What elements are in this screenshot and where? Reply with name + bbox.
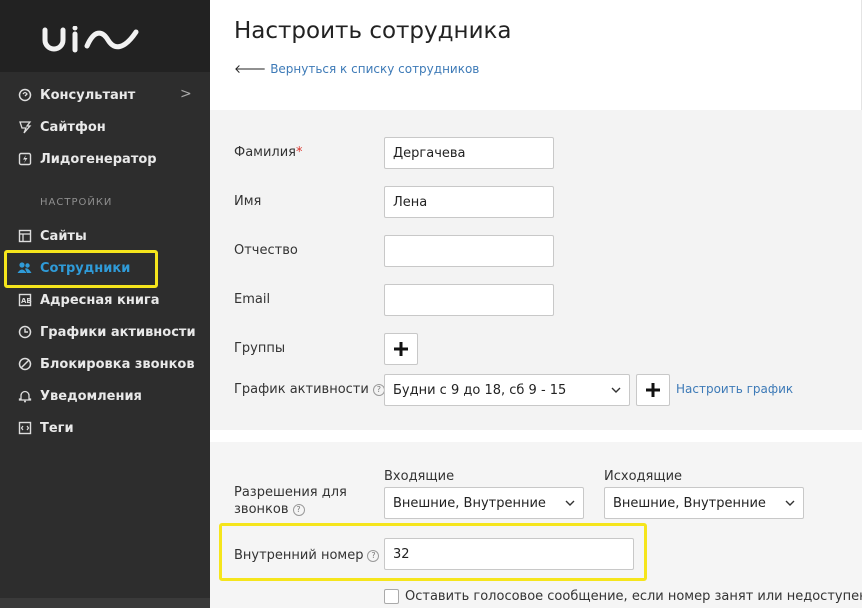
bell-icon [17, 389, 32, 404]
schedule-select-value: Будни с 9 до 18, сб 9 - 15 [393, 382, 567, 398]
lastname-input[interactable]: Дергачева [384, 137, 554, 169]
plus-icon [394, 342, 408, 356]
middlename-label: Отчество [234, 243, 298, 258]
email-label: Email [234, 292, 271, 307]
block-icon [17, 357, 32, 372]
settings-section-label: НАСТРОЙКИ [40, 197, 113, 208]
sidebar-item-consultant[interactable]: Консультант [17, 84, 135, 106]
plus-icon [646, 383, 660, 397]
chevron-down-icon [611, 387, 621, 393]
firstname-label: Имя [234, 194, 262, 209]
lightning-icon [17, 152, 32, 167]
email-input[interactable] [384, 284, 554, 316]
middlename-input[interactable] [384, 235, 554, 267]
sidebar-item-label: Лидогенератор [40, 151, 157, 167]
outgoing-calls-select[interactable]: Внешние, Внутренние [604, 487, 804, 519]
highlight-box-sidebar [4, 250, 158, 288]
help-icon[interactable]: ? [292, 504, 305, 516]
sidebar-item-label: Сайтфон [40, 119, 106, 135]
sidebar-item-sites[interactable]: Сайты [17, 225, 87, 247]
sidebar-item-activity-schedules[interactable]: Графики активности [17, 321, 196, 343]
arrow-left-icon: 🡐 [234, 62, 267, 76]
firstname-input[interactable]: Лена [384, 186, 554, 218]
call-settings-section: Входящие Исходящие Разрешения для звонко… [210, 430, 862, 608]
phone-icon [17, 120, 32, 135]
incoming-select-value: Внешние, Внутренние [393, 495, 546, 511]
chevron-down-icon [565, 500, 575, 506]
sidebar-item-leadgen[interactable]: Лидогенератор [17, 148, 157, 170]
page-title: Настроить сотрудника [234, 18, 512, 44]
add-schedule-button[interactable] [636, 374, 670, 406]
tag-icon [17, 421, 32, 436]
schedule-select[interactable]: Будни с 9 до 18, сб 9 - 15 [384, 374, 630, 406]
chat-icon [17, 88, 32, 103]
back-link-label: Вернуться к списку сотрудников [270, 61, 480, 76]
sidebar-item-call-blocking[interactable]: Блокировка звонков [17, 353, 195, 375]
outgoing-header: Исходящие [604, 469, 683, 484]
chevron-right-icon[interactable]: > [180, 86, 192, 102]
sidebar-item-label: Уведомления [40, 388, 142, 404]
highlight-box-extension [219, 523, 647, 581]
clock-icon [17, 325, 32, 340]
logo[interactable] [0, 0, 210, 72]
sidebar-item-tags[interactable]: Теги [17, 417, 74, 439]
main-panel: Настроить сотрудника 🡐 Вернуться к списк… [210, 0, 862, 608]
sidebar-item-label: Блокировка звонков [40, 356, 195, 372]
schedule-label: График активности? [234, 382, 385, 397]
call-permissions-label: Разрешения для звонков? [234, 485, 347, 517]
sidebar-item-sitephone[interactable]: Сайтфон [17, 116, 106, 138]
groups-label: Группы [234, 341, 286, 356]
incoming-calls-select[interactable]: Внешние, Внутренние [384, 487, 584, 519]
voicemail-checkbox[interactable] [384, 589, 399, 604]
sidebar-item-label: Консультант [40, 87, 136, 103]
voicemail-label: Оставить голосовое сообщение, если номер… [405, 589, 862, 604]
sidebar-item-label: Теги [40, 420, 74, 436]
sidebar-item-notifications[interactable]: Уведомления [17, 385, 142, 407]
sidebar-item-label: Адресная книга [40, 292, 160, 308]
lastname-label: Фамилия* [234, 145, 303, 160]
incoming-header: Входящие [384, 469, 455, 484]
address-book-icon: AB [17, 293, 32, 308]
outgoing-select-value: Внешние, Внутренние [613, 495, 766, 511]
sidebar-item-label: Графики активности [40, 324, 196, 340]
add-group-button[interactable] [384, 333, 418, 365]
site-icon [17, 229, 32, 244]
back-link[interactable]: 🡐 Вернуться к списку сотрудников [234, 61, 480, 77]
svg-text:AB: AB [21, 297, 32, 305]
employee-details-section: Фамилия* Дергачева Имя Лена Отчество Ema… [210, 110, 862, 430]
sidebar-item-address-book[interactable]: AB Адресная книга [17, 289, 160, 311]
configure-schedule-link[interactable]: Настроить график [676, 382, 793, 396]
chevron-down-icon [785, 500, 795, 506]
sidebar-item-label: Сайты [40, 228, 87, 244]
sidebar: Консультант > Сайтфон Лидогенератор НАСТ… [0, 0, 210, 608]
sidebar-footer [0, 598, 210, 608]
logo-mark-icon [42, 26, 139, 53]
